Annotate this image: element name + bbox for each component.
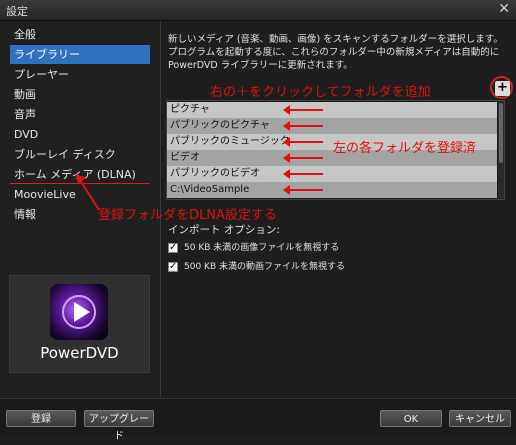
- arrow-icon: [283, 137, 323, 147]
- folder-label: ビデオ: [170, 152, 200, 163]
- close-icon[interactable]: ✕: [498, 1, 510, 17]
- folder-row[interactable]: C:\VideoSample: [167, 182, 497, 198]
- register-button[interactable]: 登録: [6, 410, 76, 427]
- sidebar-item-library[interactable]: ライブラリー: [10, 45, 150, 64]
- add-folder-button[interactable]: +: [495, 81, 510, 96]
- ignore-images-checkbox[interactable]: 50 KB 未満の画像ファイルを無視する: [168, 241, 488, 255]
- import-options-label: インポート オプション:: [168, 224, 280, 236]
- folder-label: パブリックのビデオ: [170, 168, 260, 179]
- arrow-icon: [283, 105, 323, 115]
- folder-label: パブリックのピクチャ: [170, 120, 270, 131]
- title-bar: 設定 ✕: [0, 0, 516, 21]
- checkbox-label: 500 KB 未満の動画ファイルを無視する: [184, 262, 345, 272]
- sidebar-item-bluray[interactable]: ブルーレイ ディスク: [10, 145, 150, 164]
- window-title: 設定: [6, 5, 28, 18]
- ok-button[interactable]: OK: [380, 410, 442, 427]
- library-description: 新しいメディア (音楽、動画、画像) をスキャンするフォルダーを選択します。プロ…: [168, 34, 503, 71]
- checkbox-label: 50 KB 未満の画像ファイルを無視する: [184, 243, 340, 253]
- scrollbar-thumb[interactable]: [499, 103, 503, 163]
- annotation-add-folder: 右の＋をクリックしてフォルダを追加: [210, 85, 431, 100]
- arrow-icon: [283, 121, 323, 131]
- sidebar-item-player[interactable]: プレーヤー: [10, 65, 150, 84]
- scrollbar[interactable]: [498, 101, 504, 199]
- ignore-videos-checkbox[interactable]: 500 KB 未満の動画ファイルを無視する: [168, 260, 488, 274]
- arrow-icon: [283, 185, 323, 195]
- annotation-dlna: 登録フォルダをDLNA設定する: [98, 208, 277, 223]
- folder-label: パブリックのミュージック: [170, 136, 290, 147]
- folder-row[interactable]: パブリックのピクチャ: [167, 118, 497, 134]
- annotation-registered: 左の各フォルダを登録済: [333, 141, 477, 156]
- folder-label: C:\VideoSample: [170, 184, 250, 195]
- arrow-icon: [283, 153, 323, 163]
- arrow-icon: [283, 169, 323, 179]
- arrow-up-icon: [76, 174, 100, 211]
- powerdvd-logo: PowerDVD: [9, 275, 150, 373]
- checkbox-box[interactable]: [168, 241, 178, 254]
- sidebar-item-dvd[interactable]: DVD: [10, 125, 150, 144]
- folder-row[interactable]: ピクチャ: [167, 102, 497, 118]
- folder-label: ピクチャ: [170, 104, 210, 115]
- checkbox-box[interactable]: [168, 260, 178, 273]
- sidebar-item-audio[interactable]: 音声: [10, 105, 150, 124]
- powerdvd-icon: [50, 284, 108, 340]
- logo-text: PowerDVD: [40, 344, 119, 362]
- cancel-button[interactable]: キャンセル: [449, 410, 511, 427]
- sidebar-item-video[interactable]: 動画: [10, 85, 150, 104]
- upgrade-button[interactable]: アップグレード: [84, 410, 154, 442]
- play-icon: [74, 302, 90, 322]
- folder-row[interactable]: パブリックのビデオ: [167, 166, 497, 182]
- sidebar-item-general[interactable]: 全般: [10, 25, 150, 44]
